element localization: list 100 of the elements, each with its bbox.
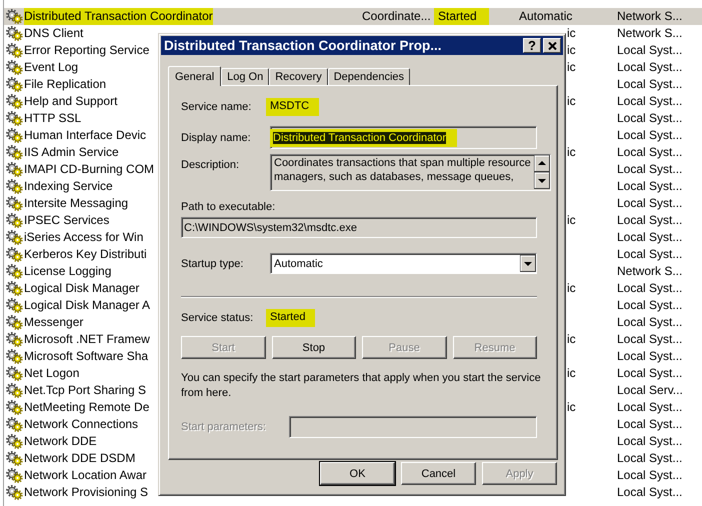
log-on-as: Local Syst... <box>617 93 682 110</box>
gears-icon <box>6 162 23 177</box>
service-name: Messenger <box>24 314 84 331</box>
selected-text: Distributed Transaction Coordinator <box>273 132 446 144</box>
log-on-as: Local Syst... <box>617 484 682 501</box>
field-label: Service name: <box>181 101 252 113</box>
gears-icon <box>6 43 23 58</box>
startup-type: ic <box>567 399 576 416</box>
service-name: HTTP SSL <box>24 110 82 127</box>
service-name: Help and Support <box>24 93 118 110</box>
startup-type: ic <box>567 365 576 382</box>
startup-type: ic <box>567 144 576 161</box>
log-on-as: Local Serv... <box>617 382 683 399</box>
caret-icon[interactable] <box>520 255 536 272</box>
service-status-value: Started <box>266 309 316 327</box>
gears-icon <box>6 264 23 279</box>
log-on-as: Local Syst... <box>617 399 682 416</box>
gears-icon <box>6 111 23 126</box>
gears-icon <box>6 468 23 483</box>
log-on-as: Local Syst... <box>617 246 682 263</box>
description-text: Coordinates transactions that span multiple resource managers, such as databases, message queues, <box>274 157 531 183</box>
gears-icon <box>6 434 23 449</box>
service-name-value: MSDTC <box>266 98 320 116</box>
gears-icon <box>6 128 23 143</box>
service-name: Network DDE DSDM <box>24 450 136 467</box>
log-on-as: Local Syst... <box>617 195 682 212</box>
scroll-down-button[interactable] <box>534 172 550 189</box>
log-on-as: Local Syst... <box>617 229 682 246</box>
service-description: Coordinate... <box>362 8 431 25</box>
service-name: Event Log <box>24 59 78 76</box>
service-name: Network DDE <box>24 433 97 450</box>
log-on-as: Local Syst... <box>617 280 682 297</box>
gears-icon <box>6 485 23 500</box>
log-on-as: Local Syst... <box>617 467 682 484</box>
service-name: IIS Admin Service <box>24 144 119 161</box>
startup-type-dropdown[interactable]: Automatic <box>270 253 537 274</box>
service-name: Indexing Service <box>24 178 113 195</box>
log-on-as: Local Syst... <box>617 76 682 93</box>
service-name: File Replication <box>24 76 106 93</box>
service-name: Network Location Awar <box>24 467 147 484</box>
log-on-as: Local Syst... <box>617 59 682 76</box>
gears-icon <box>6 349 23 364</box>
gears-icon <box>6 332 23 347</box>
dialog-button[interactable]: OK <box>320 462 395 485</box>
gears-icon <box>6 179 23 194</box>
startup-type: ic <box>567 25 576 42</box>
log-on-as: Local Syst... <box>617 127 682 144</box>
gears-icon <box>6 230 23 245</box>
service-name: Human Interface Devic <box>24 127 146 144</box>
log-on-as: Local Syst... <box>617 331 682 348</box>
startup-type: ic <box>567 93 576 110</box>
field-label: Service status: <box>181 312 254 324</box>
startup-type: ic <box>567 42 576 59</box>
service-name: DNS Client <box>24 25 84 42</box>
startup-type: Automatic <box>519 8 572 25</box>
startup-type: ic <box>567 212 576 229</box>
gears-icon <box>6 417 23 432</box>
startup-type: ic <box>567 280 576 297</box>
log-on-as: Network S... <box>617 25 682 42</box>
service-name: Logical Disk Manager A <box>24 297 150 314</box>
gears-icon <box>6 451 23 466</box>
description-box[interactable]: Coordinates transactions that span multiple resource managers, such as databases, message queues, <box>270 154 551 191</box>
log-on-as: Local Syst... <box>617 212 682 229</box>
help-button[interactable]: ? <box>523 38 541 53</box>
tab[interactable]: Dependencies <box>328 68 410 85</box>
close-icon <box>548 42 556 50</box>
gears-icon <box>6 213 23 228</box>
tab[interactable]: Recovery <box>269 68 328 85</box>
log-on-as: Local Syst... <box>617 161 682 178</box>
service-name: Microsoft Software Sha <box>24 348 148 365</box>
close-button[interactable] <box>543 38 561 53</box>
log-on-as: Local Syst... <box>617 314 682 331</box>
hint-text: You can specify the start parameters that apply when you start the service from here. <box>181 371 541 401</box>
tab[interactable]: Log On <box>221 68 270 85</box>
log-on-as: Local Syst... <box>617 348 682 365</box>
field-label: Display name: <box>181 132 252 144</box>
service-name: Distributed Transaction Coordinator <box>24 8 213 25</box>
gears-icon <box>6 366 23 381</box>
log-on-as: Local Syst... <box>617 144 682 161</box>
gears-icon <box>6 400 23 415</box>
service-status: Started <box>434 8 489 25</box>
start-parameters-field[interactable] <box>289 416 537 438</box>
display-name-field[interactable]: Distributed Transaction Coordinator <box>270 126 537 149</box>
startup-type: ic <box>567 59 576 76</box>
service-name: Logical Disk Manager <box>24 280 140 297</box>
selected-row[interactable]: Distributed Transaction Coordinator Coordinate... Started Automatic Network S... <box>4 8 702 25</box>
dialog-button[interactable]: Cancel <box>401 462 476 485</box>
gears-icon <box>6 247 23 262</box>
log-on-as: Local Syst... <box>617 433 682 450</box>
service-name: NetMeeting Remote De <box>24 399 150 416</box>
log-on-as: Local Syst... <box>617 450 682 467</box>
tab[interactable]: General <box>168 66 222 86</box>
log-on-as: Local Syst... <box>617 178 682 195</box>
service-button[interactable]: Stop <box>272 336 356 359</box>
field-label: Path to executable: <box>181 201 276 213</box>
service-name: Kerberos Key Distributi <box>24 246 147 263</box>
service-name: Intersite Messaging <box>24 195 128 212</box>
log-on-as: Local Syst... <box>617 416 682 433</box>
service-name: IMAPI CD-Burning COM <box>24 161 154 178</box>
scroll-up-button[interactable] <box>534 155 550 172</box>
